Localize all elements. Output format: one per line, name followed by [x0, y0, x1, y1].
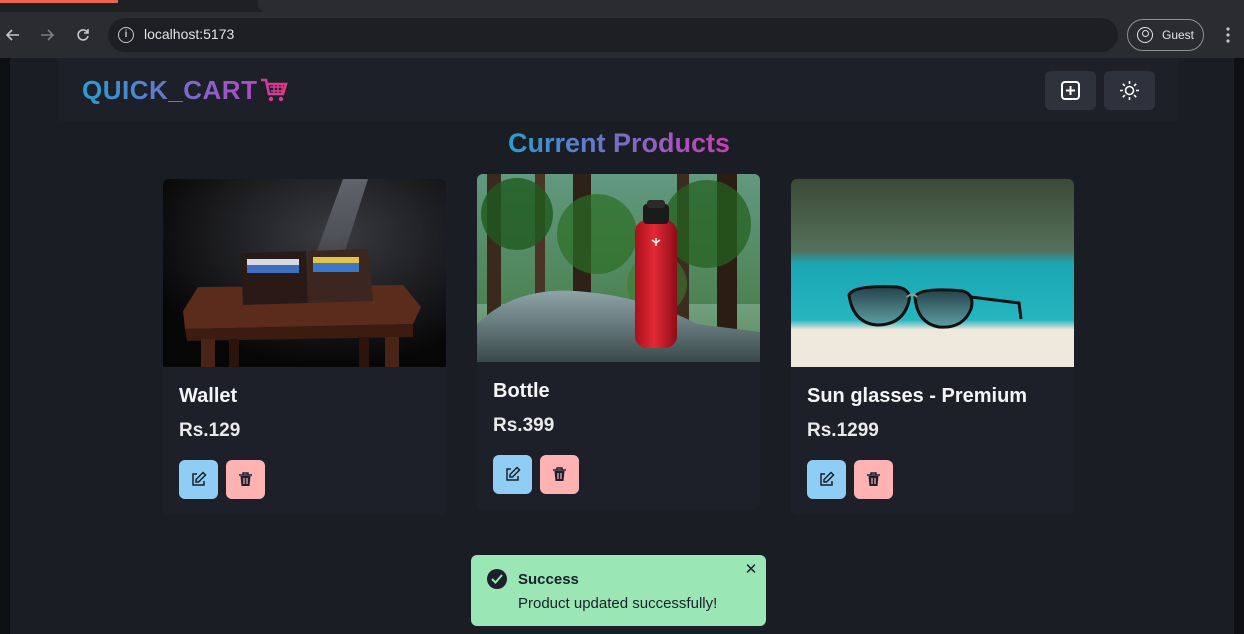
tab-strip-background [258, 0, 1244, 12]
reload-button[interactable] [72, 24, 94, 46]
edit-product-button[interactable] [493, 455, 532, 494]
product-name: Bottle [493, 380, 550, 402]
product-card: Wallet Rs.129 [163, 179, 446, 515]
product-name: Wallet [179, 385, 238, 407]
edit-product-button[interactable] [179, 460, 218, 499]
profile-label: Guest [1162, 28, 1195, 42]
toast-title: Success [518, 571, 579, 588]
plus-square-icon [1061, 81, 1080, 100]
product-image-bottle [477, 174, 760, 362]
arrow-left-icon [5, 29, 19, 41]
trash-icon [867, 472, 880, 486]
edit-icon [192, 471, 207, 486]
profile-button[interactable]: Guest [1127, 19, 1204, 51]
browser-menu-button[interactable] [1220, 22, 1236, 48]
trash-icon [239, 472, 252, 486]
trash-icon [553, 467, 566, 481]
kebab-menu-icon [1226, 27, 1230, 43]
edit-product-button[interactable] [807, 460, 846, 499]
toast-message: Product updated successfully! [518, 595, 718, 612]
delete-product-button[interactable] [226, 460, 265, 499]
browser-tab-strip [0, 0, 1244, 12]
info-icon[interactable]: i [118, 27, 134, 43]
app-logo[interactable]: QUICK_CART [82, 75, 257, 106]
product-price: Rs.129 [179, 420, 241, 441]
edit-icon [506, 466, 521, 481]
browser-toolbar: i localhost:5173 Guest [0, 12, 1244, 58]
active-tab-indicator [0, 0, 118, 3]
page-title: Current Products [10, 128, 1228, 159]
product-name: Sun glasses - Premium [807, 385, 1028, 407]
product-card: Sun glasses - Premium Rs.1299 [791, 179, 1074, 515]
arrow-right-icon [41, 29, 55, 41]
window-edge-right [1234, 58, 1244, 634]
reload-icon [77, 29, 89, 41]
address-bar-url[interactable]: localhost:5173 [144, 26, 234, 42]
address-bar[interactable]: i localhost:5173 [108, 18, 1118, 52]
product-card: Bottle Rs.399 [477, 174, 760, 510]
product-image-wallet [163, 179, 446, 367]
success-toast: Success Product updated successfully! ✕ [471, 555, 766, 626]
product-price: Rs.1299 [807, 420, 879, 441]
product-image-sunglasses [791, 179, 1074, 367]
window-edge-left [0, 58, 10, 634]
shopping-cart-icon [261, 78, 288, 102]
add-product-button[interactable] [1045, 71, 1096, 110]
page-title-text: Current Products [507, 128, 731, 158]
app-navbar: QUICK_CART [59, 58, 1178, 121]
delete-product-button[interactable] [540, 455, 579, 494]
theme-toggle-button[interactable] [1104, 71, 1155, 110]
check-circle-icon [487, 569, 507, 589]
delete-product-button[interactable] [854, 460, 893, 499]
back-button[interactable] [2, 24, 24, 46]
account-icon [1137, 27, 1153, 43]
close-icon[interactable]: ✕ [744, 562, 758, 577]
edit-icon [820, 471, 835, 486]
product-price: Rs.399 [493, 415, 555, 436]
forward-button[interactable] [36, 24, 58, 46]
sun-icon [1120, 81, 1139, 100]
app-page: QUICK_CART Current Products Wallet Rs.12… [10, 58, 1234, 634]
